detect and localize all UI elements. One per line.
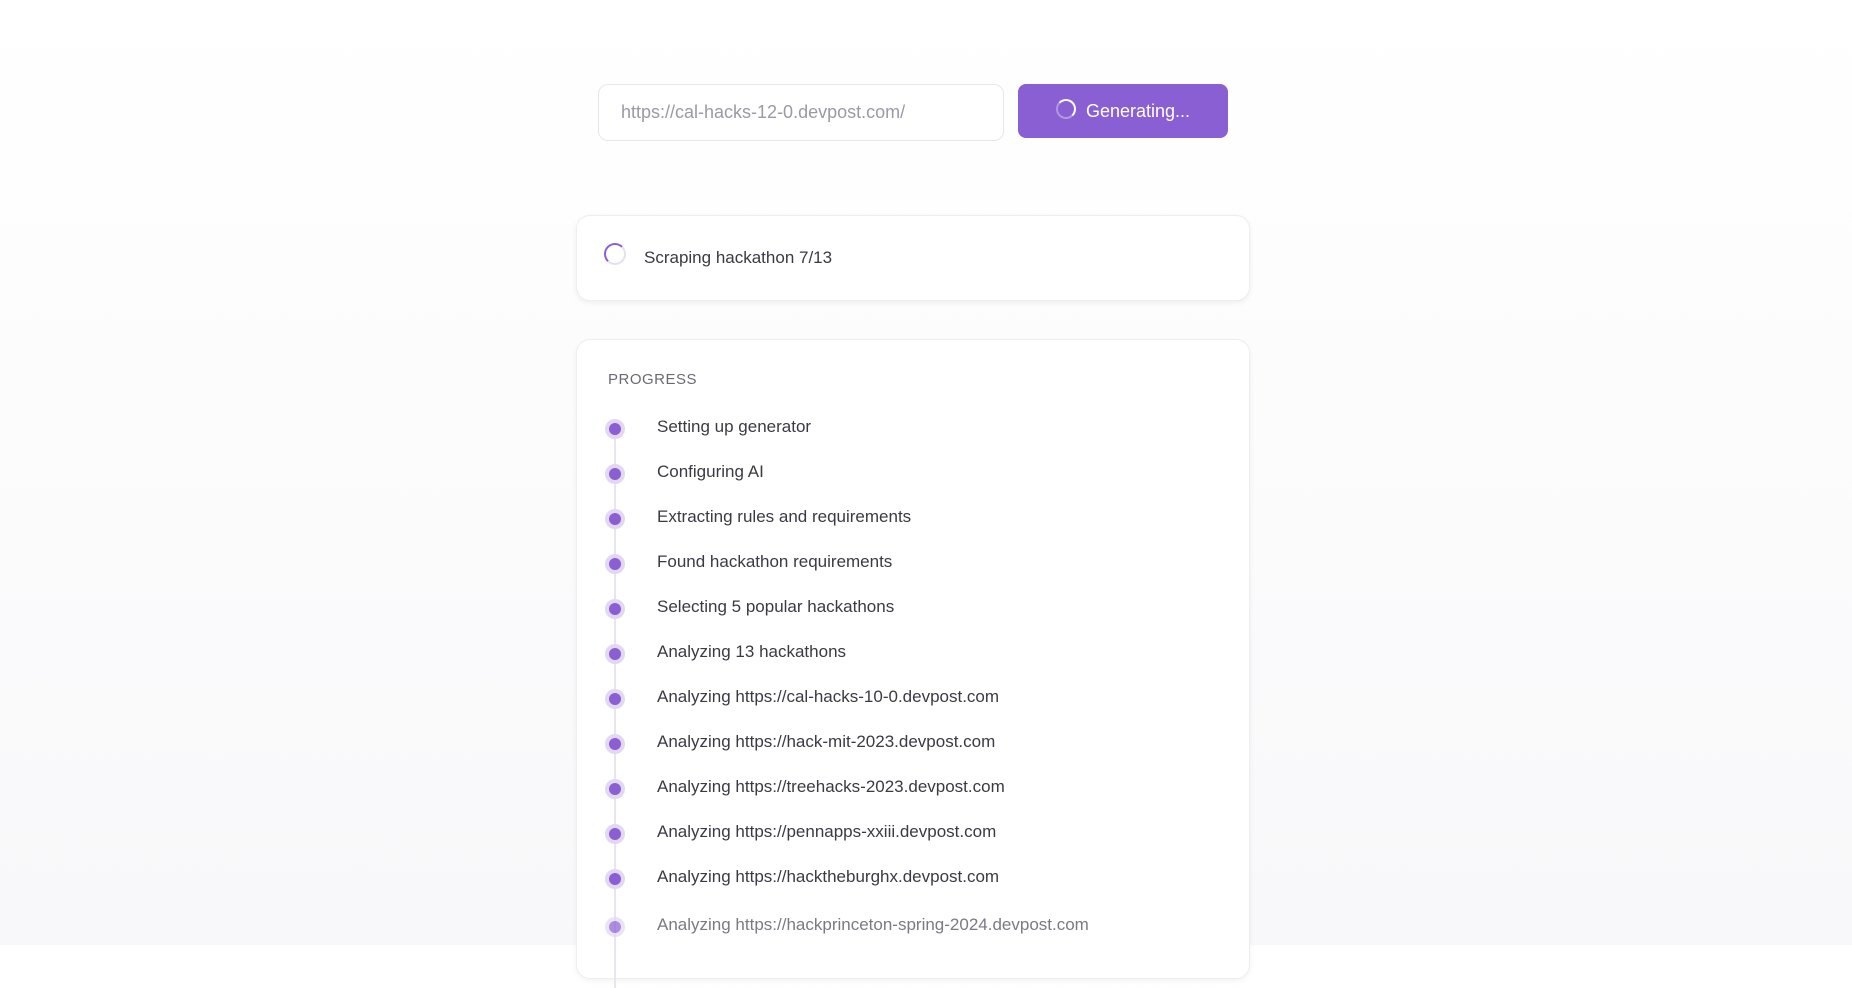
loading-spinner-icon xyxy=(1055,99,1076,119)
progress-steps-list: Setting up generator Configuring AI Extr… xyxy=(577,414,1249,957)
progress-step: Selecting 5 popular hackathons xyxy=(577,594,1249,639)
step-label: Analyzing https://hack-mit-2023.devpost.… xyxy=(657,732,996,751)
step-dot-icon xyxy=(605,554,625,574)
status-text: Scraping hackathon 7/13 xyxy=(644,248,833,267)
step-dot-icon xyxy=(605,464,625,484)
step-label: Analyzing https://treehacks-2023.devpost… xyxy=(657,777,1005,796)
step-dot-icon xyxy=(605,689,625,709)
progress-step: Analyzing https://cal-hacks-10-0.devpost… xyxy=(577,684,1249,729)
step-label: Analyzing 13 hackathons xyxy=(657,642,847,661)
step-label: Configuring AI xyxy=(657,462,764,481)
step-label: Analyzing https://pennapps-xxiii.devpost… xyxy=(657,822,997,841)
progress-step: Analyzing https://treehacks-2023.devpost… xyxy=(577,774,1249,819)
progress-step: Analyzing https://hackprinceton-spring-2… xyxy=(577,912,1249,957)
step-label: Extracting rules and requirements xyxy=(657,507,912,526)
progress-step: Analyzing https://hack-mit-2023.devpost.… xyxy=(577,729,1249,774)
generate-button-label: Generating... xyxy=(1085,100,1191,121)
url-input[interactable] xyxy=(598,84,1004,141)
step-dot-icon xyxy=(605,779,625,799)
progress-step: Analyzing https://pennapps-xxiii.devpost… xyxy=(577,819,1249,864)
progress-step: Configuring AI xyxy=(577,459,1249,504)
progress-step: Analyzing 13 hackathons xyxy=(577,639,1249,684)
progress-step: Found hackathon requirements xyxy=(577,549,1249,594)
step-dot-icon xyxy=(605,644,625,664)
progress-title: PROGRESS xyxy=(608,371,698,388)
step-label: Found hackathon requirements xyxy=(657,552,893,571)
step-label: Analyzing https://hacktheburghx.devpost.… xyxy=(657,867,1000,886)
progress-step: Extracting rules and requirements xyxy=(577,504,1249,549)
step-dot-icon xyxy=(605,599,625,619)
step-dot-icon xyxy=(605,419,625,439)
step-dot-icon xyxy=(605,509,625,529)
step-label: Selecting 5 popular hackathons xyxy=(657,597,895,616)
status-spinner-icon xyxy=(604,243,626,265)
step-label: Setting up generator xyxy=(657,417,812,436)
step-dot-icon xyxy=(605,734,625,754)
progress-card: PROGRESS Setting up generator Configurin… xyxy=(576,339,1250,988)
step-label: Analyzing https://hackprinceton-spring-2… xyxy=(657,915,1089,934)
step-dot-icon xyxy=(605,824,625,844)
progress-step: Setting up generator xyxy=(577,414,1249,459)
generate-button[interactable]: Generating... xyxy=(1018,84,1228,138)
step-label: Analyzing https://cal-hacks-10-0.devpost… xyxy=(657,687,1000,706)
status-card: Scraping hackathon 7/13 xyxy=(576,215,1250,301)
step-dot-icon xyxy=(605,917,625,937)
step-dot-icon xyxy=(605,869,625,889)
progress-step: Analyzing https://hacktheburghx.devpost.… xyxy=(577,864,1249,909)
